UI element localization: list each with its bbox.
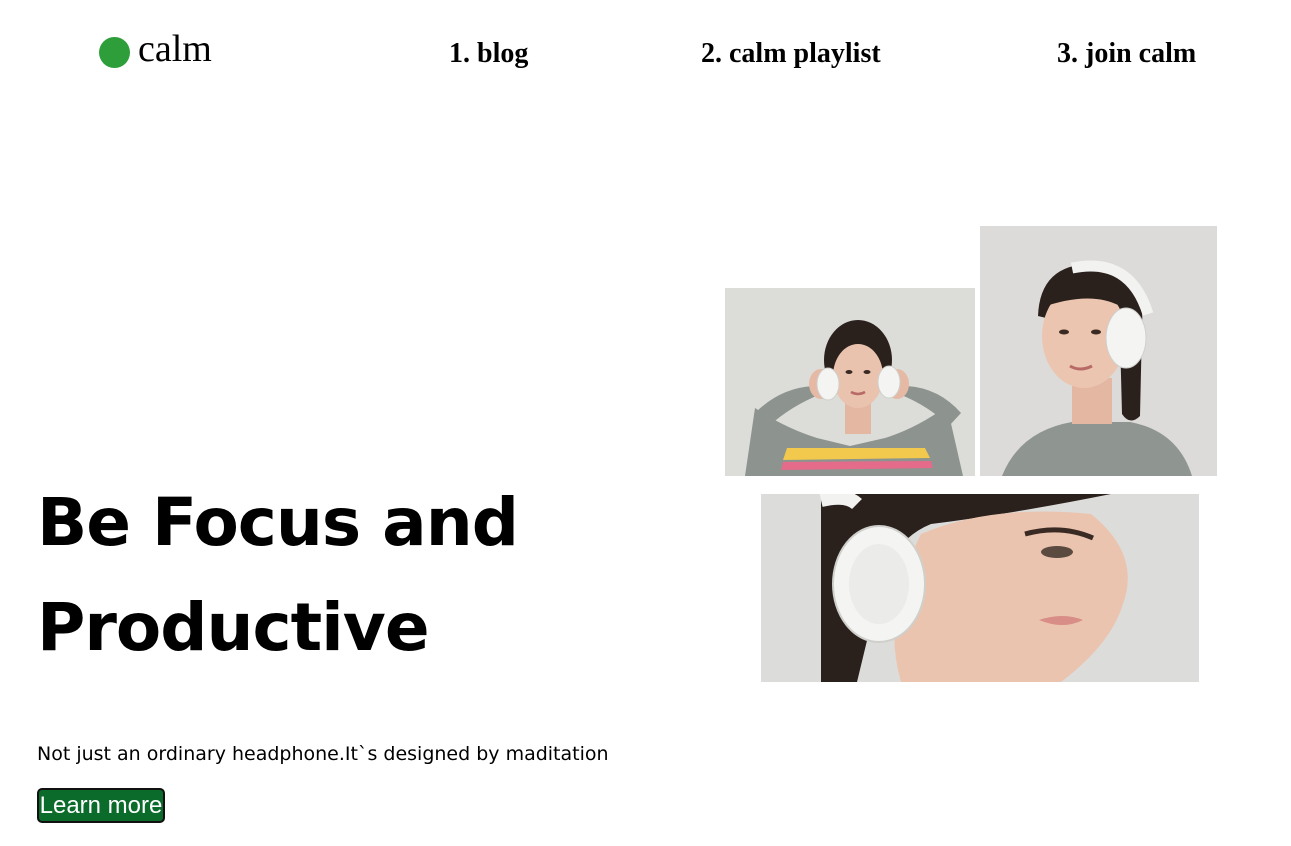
brand-logo[interactable]: calm [99,28,212,71]
nav-link-join-calm[interactable]: 3. join calm [1057,38,1196,70]
logo-dot-icon [99,36,130,68]
headphones-photo-3 [761,494,1199,682]
nav-link-blog[interactable]: 1. blog [449,38,528,70]
brand-name: calm [138,28,212,70]
hero-headline-line1: Be Focus and [37,484,519,561]
hero-headline: Be Focus and Productive [37,470,519,680]
hero-tagline: Not just an ordinary headphone.It`s desi… [37,743,609,765]
hero-headline-line2: Productive [37,589,430,666]
nav-link-calm-playlist[interactable]: 2. calm playlist [701,38,881,70]
headphones-photo-2 [980,226,1217,476]
learn-more-button[interactable]: Learn more [37,788,165,823]
headphones-photo-1 [725,288,975,476]
